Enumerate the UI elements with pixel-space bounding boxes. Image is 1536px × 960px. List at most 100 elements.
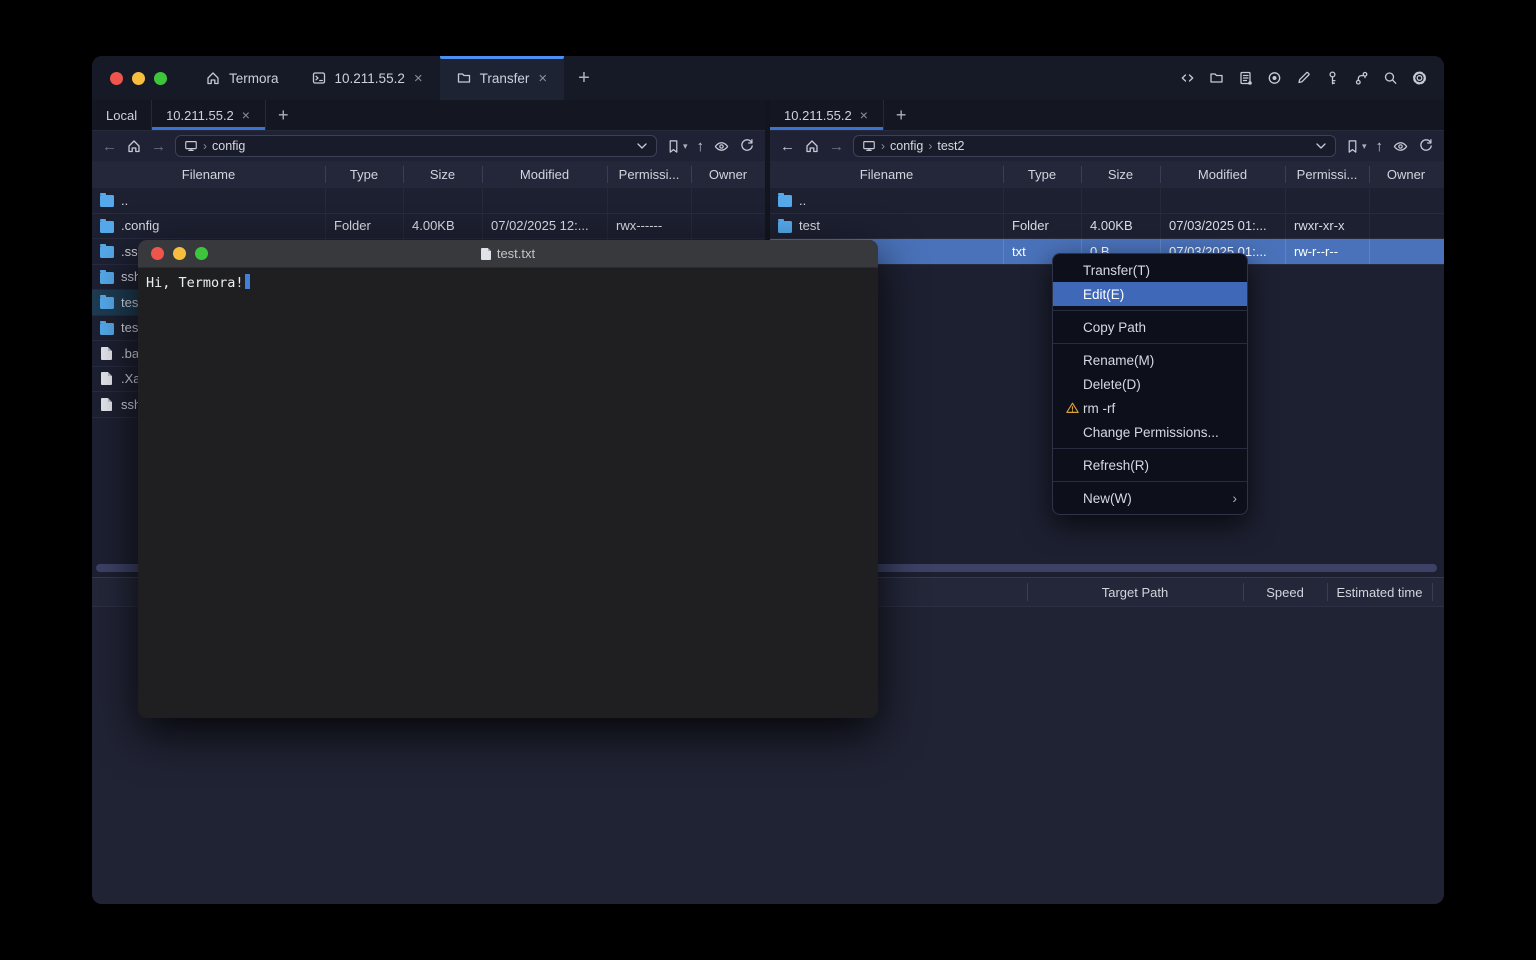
refresh-icon[interactable]: [1418, 138, 1434, 154]
settings-icon[interactable]: [1411, 70, 1428, 86]
back-icon[interactable]: ←: [780, 139, 795, 154]
file-owner: [1369, 214, 1443, 239]
menu-item[interactable]: Edit(E): [1053, 282, 1247, 306]
column-header[interactable]: Owner: [691, 161, 765, 188]
window-controls: [92, 56, 189, 100]
menu-item[interactable]: rm -rf: [1053, 396, 1247, 420]
code-icon[interactable]: [1179, 70, 1196, 86]
column-header[interactable]: Filename: [770, 161, 1003, 188]
computer-icon: [184, 139, 198, 153]
key-icon[interactable]: [1324, 70, 1341, 86]
minimize-window-button[interactable]: [132, 72, 145, 85]
tab-host-terminal[interactable]: 10.211.55.2 ×: [295, 56, 440, 100]
tab-label: Transfer: [480, 71, 530, 86]
chevron-down-icon[interactable]: [1315, 142, 1327, 150]
table-row[interactable]: test Folder 4.00KB 07/03/2025 01:... rwx…: [770, 214, 1444, 240]
back-icon[interactable]: ←: [102, 139, 117, 154]
upload-icon[interactable]: ↑: [1376, 139, 1384, 154]
menu-item[interactable]: Transfer(T): [1053, 258, 1247, 282]
home-icon[interactable]: [126, 138, 142, 154]
column-header[interactable]: Speed: [1243, 578, 1327, 606]
table-row[interactable]: ..: [92, 188, 765, 214]
tab-termora[interactable]: Termora: [189, 56, 295, 100]
forward-icon[interactable]: →: [151, 139, 166, 154]
menu-separator: [1053, 310, 1247, 311]
document-icon[interactable]: [1237, 70, 1254, 86]
close-tab-icon[interactable]: ×: [537, 71, 548, 86]
menu-item[interactable]: Copy Path: [1053, 315, 1247, 339]
path-segment[interactable]: test2: [937, 139, 964, 153]
file-size: [403, 188, 482, 213]
chevron-down-icon[interactable]: [636, 142, 648, 150]
column-header[interactable]: [1432, 578, 1444, 606]
tab-label: Termora: [229, 71, 279, 86]
path-segment[interactable]: config: [890, 139, 923, 153]
upload-icon[interactable]: ↑: [697, 139, 705, 154]
close-tab-icon[interactable]: ×: [413, 71, 424, 86]
tab-transfer[interactable]: Transfer ×: [440, 56, 565, 100]
column-header[interactable]: Permissi...: [607, 161, 691, 188]
refresh-icon[interactable]: [739, 138, 755, 154]
menu-item-label: Refresh(R): [1083, 458, 1149, 473]
column-header[interactable]: Size: [403, 161, 482, 188]
path-bar[interactable]: › config: [175, 135, 657, 157]
record-icon[interactable]: [1266, 70, 1283, 86]
right-panel-tabs: 10.211.55.2 × +: [770, 100, 1444, 131]
close-tab-icon[interactable]: ×: [241, 108, 251, 122]
file-owner: [1369, 188, 1443, 213]
menu-item[interactable]: New(W)›: [1053, 486, 1247, 510]
menu-item[interactable]: Rename(M): [1053, 348, 1247, 372]
column-header[interactable]: Permissi...: [1285, 161, 1369, 188]
file-icon: [101, 398, 112, 411]
menu-item[interactable]: Refresh(R): [1053, 453, 1247, 477]
column-header[interactable]: Type: [1003, 161, 1081, 188]
file-icon: [101, 347, 112, 360]
zoom-window-button[interactable]: [154, 72, 167, 85]
path-segment[interactable]: config: [212, 139, 245, 153]
forward-icon[interactable]: →: [829, 139, 844, 154]
subtab-local[interactable]: Local: [92, 100, 152, 130]
close-window-button[interactable]: [110, 72, 123, 85]
menu-item-label: New(W): [1083, 491, 1132, 506]
table-row[interactable]: ..: [770, 188, 1444, 214]
column-header[interactable]: Modified: [1160, 161, 1285, 188]
new-tab-button[interactable]: +: [564, 56, 604, 100]
table-row[interactable]: .config Folder 4.00KB 07/02/2025 12:... …: [92, 214, 765, 240]
tab-label: 10.211.55.2: [335, 71, 405, 86]
column-header[interactable]: Modified: [482, 161, 607, 188]
menu-item-label: Copy Path: [1083, 320, 1146, 335]
close-tab-icon[interactable]: ×: [859, 108, 869, 122]
show-hidden-eye-icon[interactable]: [1392, 139, 1409, 154]
caret-down-icon: ▾: [683, 141, 688, 152]
terminal-icon: [311, 70, 327, 86]
home-icon[interactable]: [804, 138, 820, 154]
new-subtab-button[interactable]: +: [884, 100, 919, 130]
column-header[interactable]: Size: [1081, 161, 1160, 188]
menu-item[interactable]: Delete(D): [1053, 372, 1247, 396]
new-subtab-button[interactable]: +: [266, 100, 301, 130]
editor-content[interactable]: Hi, Termora!: [138, 268, 878, 297]
bookmark-control[interactable]: ▾: [666, 139, 688, 154]
path-separator: ›: [928, 139, 932, 153]
folder-icon: [100, 272, 114, 284]
path-bar[interactable]: › config › test2: [853, 135, 1336, 157]
column-header[interactable]: Target Path: [1027, 578, 1243, 606]
bookmark-control[interactable]: ▾: [1345, 139, 1367, 154]
menu-item[interactable]: Change Permissions...: [1053, 420, 1247, 444]
subtab-host[interactable]: 10.211.55.2 ×: [770, 100, 884, 130]
folder-icon[interactable]: [1208, 70, 1225, 86]
column-header[interactable]: Estimated time: [1327, 578, 1432, 606]
app-toolbar: [1179, 56, 1444, 100]
file-permissions: rwx------: [607, 214, 691, 239]
show-hidden-eye-icon[interactable]: [713, 139, 730, 154]
pencil-icon[interactable]: [1295, 70, 1312, 86]
search-icon[interactable]: [1382, 70, 1399, 86]
column-header[interactable]: Owner: [1369, 161, 1443, 188]
branch-icon[interactable]: [1353, 70, 1370, 86]
editor-window: test.txt Hi, Termora!: [138, 240, 878, 718]
subtab-label: Local: [106, 108, 137, 123]
left-panel-toolbar: ← → › config: [92, 131, 765, 161]
column-header[interactable]: Filename: [92, 161, 325, 188]
column-header[interactable]: Type: [325, 161, 403, 188]
subtab-host[interactable]: 10.211.55.2 ×: [152, 100, 266, 130]
